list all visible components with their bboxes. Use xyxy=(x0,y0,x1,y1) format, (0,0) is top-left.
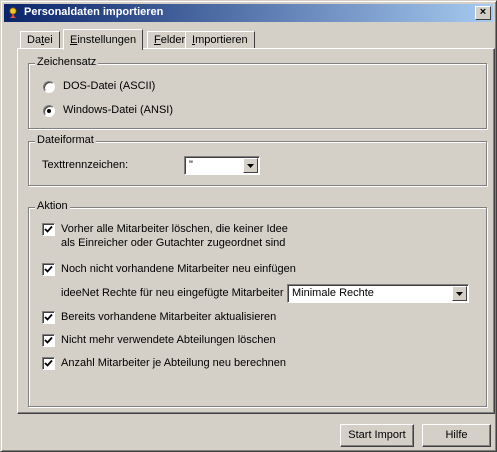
tab-panel-einstellungen: Zeichensatz DOS-Datei (ASCII) Windows-Da… xyxy=(17,48,495,414)
separator-label: Texttrennzeichen: xyxy=(42,159,129,171)
radio-selected-dot xyxy=(47,109,51,113)
chevron-down-icon xyxy=(456,292,463,296)
group-legend: Aktion xyxy=(35,200,70,212)
tab-datei[interactable]: Datei xyxy=(20,31,60,49)
group-aktion: Aktion Vorher alle Mitarbeiter löschen, … xyxy=(28,200,487,407)
separator-dropdown[interactable]: " xyxy=(184,156,260,175)
start-import-button[interactable]: Start Import xyxy=(340,424,414,447)
title-bar[interactable]: Personaldaten importieren × xyxy=(4,4,493,22)
chevron-down-icon xyxy=(247,164,254,168)
separator-value: " xyxy=(189,159,193,171)
checkbox-recalculate[interactable] xyxy=(42,357,55,370)
radio-dos-label[interactable]: DOS-Datei (ASCII) xyxy=(63,80,155,92)
checkbox-delete-departments[interactable] xyxy=(42,334,55,347)
radio-windows-label[interactable]: Windows-Datei (ANSI) xyxy=(63,104,173,116)
group-legend: Zeichensatz xyxy=(35,56,99,68)
checkbox-update-employees-label[interactable]: Bereits vorhandene Mitarbeiter aktualisi… xyxy=(61,311,276,323)
close-icon: × xyxy=(479,6,487,18)
rights-value: Minimale Rechte xyxy=(292,287,374,299)
checkmark-icon xyxy=(44,313,53,321)
checkmark-icon xyxy=(44,225,53,233)
rights-dropdown[interactable]: Minimale Rechte xyxy=(287,284,469,303)
checkbox-delete-employees-label[interactable]: Vorher alle Mitarbeiter löschen, die kei… xyxy=(61,223,288,235)
radio-windows[interactable] xyxy=(43,105,55,117)
checkmark-icon xyxy=(44,265,53,273)
tab-importieren[interactable]: Importieren xyxy=(185,31,255,49)
group-dateiformat: Dateiformat Texttrennzeichen: " xyxy=(28,134,487,186)
close-button[interactable]: × xyxy=(475,6,491,20)
app-icon xyxy=(7,6,21,20)
dialog-window: Personaldaten importieren × Datei Einste… xyxy=(0,0,497,452)
dropdown-button[interactable] xyxy=(452,286,467,301)
window-title: Personaldaten importieren xyxy=(24,6,164,18)
checkmark-icon xyxy=(44,336,53,344)
dropdown-button[interactable] xyxy=(243,158,258,173)
group-zeichensatz: Zeichensatz DOS-Datei (ASCII) Windows-Da… xyxy=(28,56,487,129)
checkmark-icon xyxy=(44,359,53,367)
help-button[interactable]: Hilfe xyxy=(422,424,491,447)
checkbox-delete-departments-label[interactable]: Nicht mehr verwendete Abteilungen lösche… xyxy=(61,334,276,346)
checkbox-update-employees[interactable] xyxy=(42,311,55,324)
rights-label: ideeNet Rechte für neu eingefügte Mitarb… xyxy=(61,287,284,299)
checkbox-delete-employees[interactable] xyxy=(42,223,55,236)
checkbox-delete-employees-label-2[interactable]: als Einreicher oder Gutachter zugeordnet… xyxy=(61,237,285,249)
group-legend: Dateiformat xyxy=(35,134,96,146)
radio-dos[interactable] xyxy=(43,81,55,93)
checkbox-recalculate-label[interactable]: Anzahl Mitarbeiter je Abteilung neu bere… xyxy=(61,357,286,369)
checkbox-insert-employees-label[interactable]: Noch nicht vorhandene Mitarbeiter neu ei… xyxy=(61,263,296,275)
checkbox-insert-employees[interactable] xyxy=(42,263,55,276)
tab-einstellungen[interactable]: Einstellungen xyxy=(63,29,144,50)
